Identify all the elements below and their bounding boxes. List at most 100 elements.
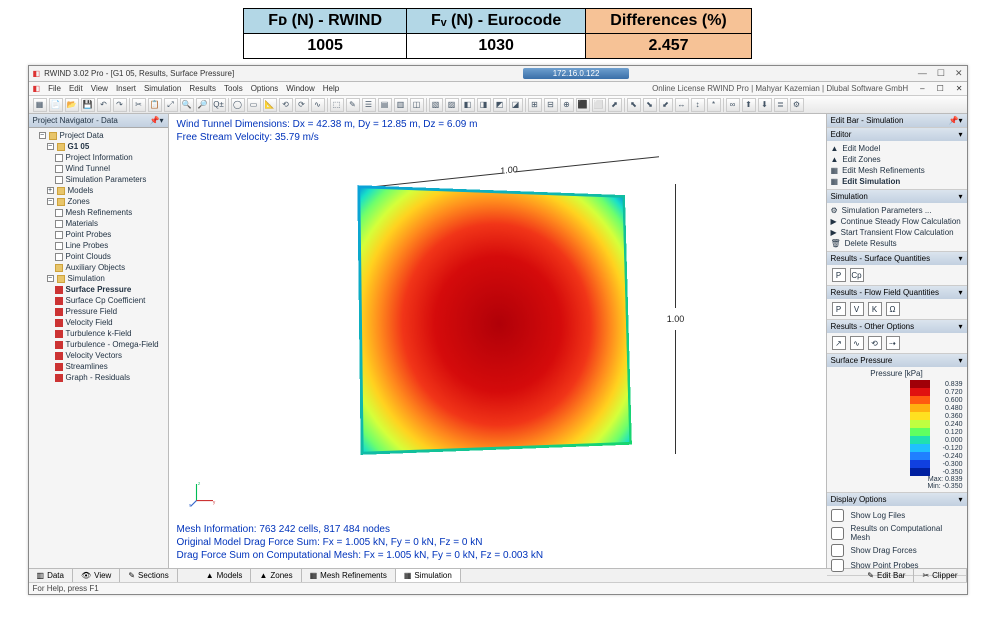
toolbar-button[interactable]: ◧	[461, 98, 475, 112]
toolbar-button[interactable]: ▧	[429, 98, 443, 112]
tree-item[interactable]: Auxiliary Objects	[55, 262, 166, 273]
bottom-tab[interactable]: ✎Sections	[120, 569, 177, 582]
panel-pin-icon[interactable]: 📌▾	[150, 116, 164, 125]
display-option[interactable]: Show Log Files	[831, 508, 963, 523]
toolbar-button[interactable]: ▦	[33, 98, 47, 112]
toolbar-button[interactable]: ⊞	[528, 98, 542, 112]
toolbar-button[interactable]: ▥	[394, 98, 408, 112]
mdi-close-button[interactable]: ✕	[956, 84, 963, 93]
menu-options[interactable]: Options	[251, 84, 279, 93]
bottom-tab[interactable]: ▦Simulation	[396, 569, 461, 582]
toolbar-button[interactable]: 📐	[263, 98, 277, 112]
checkbox[interactable]	[831, 509, 844, 522]
toolbar-button[interactable]: 📂	[65, 98, 79, 112]
toolbar-button[interactable]: ⬇	[758, 98, 772, 112]
tree-item[interactable]: Graph - Residuals	[55, 372, 166, 383]
toolbar-button[interactable]: 📄	[49, 98, 63, 112]
mdi-min-button[interactable]: –	[920, 84, 924, 93]
toolbar-button[interactable]: Q±	[212, 98, 226, 112]
toolbar-button[interactable]: *	[707, 98, 721, 112]
toolbar-button[interactable]: ◩	[493, 98, 507, 112]
tree-item[interactable]: Turbulence k-Field	[55, 328, 166, 339]
tree-item[interactable]: Mesh Refinements	[55, 207, 166, 218]
toolbar-button[interactable]: ⬈	[608, 98, 622, 112]
viewport-3d[interactable]: Wind Tunnel Dimensions: Dx = 42.38 m, Dy…	[169, 114, 827, 568]
panel-item[interactable]: ▶Continue Steady Flow Calculation	[831, 216, 963, 227]
tree-item[interactable]: Turbulence - Omega-Field	[55, 339, 166, 350]
bottom-tab[interactable]: ▦Mesh Refinements	[302, 569, 396, 582]
panel-item[interactable]: 🗑Delete Results	[831, 238, 963, 249]
toolbar-button[interactable]: ⬉	[627, 98, 641, 112]
result-button[interactable]: ⇢	[886, 336, 900, 350]
tree-item[interactable]: Wind Tunnel	[55, 163, 166, 174]
menu-help[interactable]: Help	[323, 84, 339, 93]
toolbar-button[interactable]: ◨	[477, 98, 491, 112]
toolbar-button[interactable]: ⚙	[790, 98, 804, 112]
panel-item[interactable]: ▦Edit Mesh Refinements	[831, 165, 963, 176]
tree-item[interactable]: Point Clouds	[55, 251, 166, 262]
display-option[interactable]: Results on Computational Mesh	[831, 523, 963, 543]
panel-item[interactable]: ▦Edit Simulation	[831, 176, 963, 187]
panel-item[interactable]: ▲Edit Model	[831, 143, 963, 154]
result-button[interactable]: K	[868, 302, 882, 316]
menu-simulation[interactable]: Simulation	[144, 84, 181, 93]
menu-tools[interactable]: Tools	[224, 84, 243, 93]
tree-item[interactable]: Velocity Field	[55, 317, 166, 328]
tree-item[interactable]: Project Information	[55, 152, 166, 163]
toolbar-button[interactable]: ⤢	[164, 98, 178, 112]
toolbar-button[interactable]: ≣	[774, 98, 788, 112]
result-button[interactable]: Cp	[850, 268, 864, 282]
project-tree[interactable]: −Project Data −G1 05 Project Information…	[29, 128, 168, 568]
toolbar-button[interactable]: ✂	[132, 98, 146, 112]
tree-item[interactable]: Point Probes	[55, 229, 166, 240]
tree-item[interactable]: Materials	[55, 218, 166, 229]
minimize-button[interactable]: —	[918, 68, 927, 79]
bottom-tab[interactable]: ✂Clipper	[914, 569, 966, 582]
panel-item[interactable]: ▶Start Transient Flow Calculation	[831, 227, 963, 238]
toolbar-button[interactable]: ⬛	[576, 98, 590, 112]
tree-item[interactable]: Streamlines	[55, 361, 166, 372]
result-button[interactable]: ↗	[832, 336, 846, 350]
close-button[interactable]: ✕	[955, 68, 963, 79]
tree-item[interactable]: Velocity Vectors	[55, 350, 166, 361]
toolbar-button[interactable]: ∞	[726, 98, 740, 112]
bottom-tab[interactable]: ✎Edit Bar	[859, 569, 914, 582]
toolbar-button[interactable]: ↶	[97, 98, 111, 112]
toolbar-button[interactable]: ⟳	[295, 98, 309, 112]
checkbox[interactable]	[831, 544, 844, 557]
result-button[interactable]: ⟲	[868, 336, 882, 350]
toolbar-button[interactable]: ✎	[346, 98, 360, 112]
result-button[interactable]: V	[850, 302, 864, 316]
toolbar-button[interactable]: ☰	[362, 98, 376, 112]
toolbar-button[interactable]: ◯	[231, 98, 245, 112]
toolbar-button[interactable]: ◪	[509, 98, 523, 112]
toolbar-button[interactable]: 🔎	[196, 98, 210, 112]
bottom-tab[interactable]: ▲Models	[198, 569, 252, 582]
menu-window[interactable]: Window	[286, 84, 314, 93]
checkbox[interactable]	[831, 527, 844, 540]
menu-insert[interactable]: Insert	[116, 84, 136, 93]
toolbar-button[interactable]: ▤	[378, 98, 392, 112]
result-button[interactable]: ∿	[850, 336, 864, 350]
tree-item[interactable]: Pressure Field	[55, 306, 166, 317]
toolbar-button[interactable]: ⬆	[742, 98, 756, 112]
toolbar-button[interactable]: ↷	[113, 98, 127, 112]
tree-item[interactable]: Line Probes	[55, 240, 166, 251]
toolbar-button[interactable]: ⊟	[544, 98, 558, 112]
tree-item[interactable]: Surface Pressure	[55, 284, 166, 295]
panel-item[interactable]: ⚙Simulation Parameters ...	[831, 205, 963, 216]
bottom-tab[interactable]: 👁View	[73, 569, 120, 582]
toolbar-button[interactable]: 📋	[148, 98, 162, 112]
toolbar-button[interactable]: ▭	[247, 98, 261, 112]
mdi-max-button[interactable]: ☐	[937, 84, 944, 93]
toolbar-button[interactable]: 💾	[81, 98, 95, 112]
tree-item[interactable]: Simulation Parameters	[55, 174, 166, 185]
toolbar-button[interactable]: ⊕	[560, 98, 574, 112]
toolbar-button[interactable]: ↕	[691, 98, 705, 112]
menu-edit[interactable]: Edit	[69, 84, 83, 93]
toolbar-button[interactable]: 🔍	[180, 98, 194, 112]
toolbar-button[interactable]: ⬚	[330, 98, 344, 112]
toolbar-button[interactable]: ⬋	[659, 98, 673, 112]
result-button[interactable]: P	[832, 268, 846, 282]
menu-file[interactable]: File	[48, 84, 61, 93]
